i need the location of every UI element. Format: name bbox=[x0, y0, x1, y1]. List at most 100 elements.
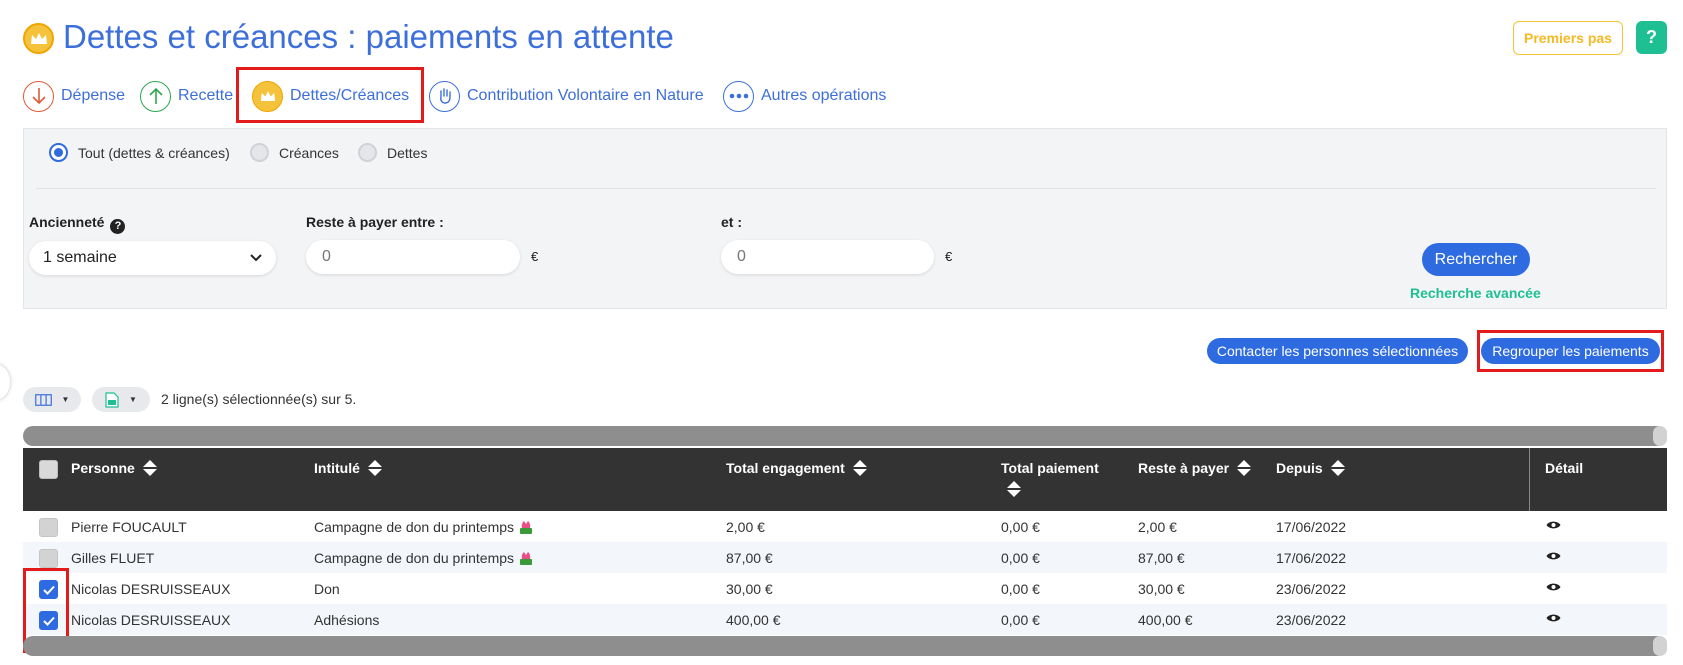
hand-icon bbox=[429, 80, 460, 112]
cell-intitule-text: Campagne de don du printemps bbox=[314, 550, 515, 566]
table-header bbox=[23, 448, 1667, 511]
eye-icon[interactable] bbox=[1546, 520, 1561, 530]
column-intitule[interactable]: Intitulé bbox=[314, 460, 382, 476]
caret-down-icon: ▼ bbox=[129, 395, 137, 404]
currency-label: € bbox=[531, 249, 539, 264]
cell-personne: Pierre FOUCAULT bbox=[71, 519, 187, 535]
tab-label: Dépense bbox=[61, 87, 126, 104]
sort-icon bbox=[142, 460, 157, 476]
tab-label: Contribution Volontaire en Nature bbox=[467, 87, 704, 104]
cell-reste: 2,00 € bbox=[1138, 519, 1177, 535]
columns-menu-button[interactable]: ▼ bbox=[23, 387, 81, 412]
radio-label: Tout (dettes & créances) bbox=[78, 144, 230, 161]
cell-engagement: 400,00 € bbox=[726, 612, 781, 628]
tab-depense[interactable]: Dépense bbox=[23, 77, 125, 115]
help-button[interactable]: ? bbox=[1636, 21, 1667, 54]
crown-icon bbox=[23, 23, 54, 54]
column-label: Personne bbox=[71, 460, 135, 476]
cell-engagement: 2,00 € bbox=[726, 519, 765, 535]
column-label: Depuis bbox=[1276, 460, 1323, 476]
column-total-paiement[interactable]: Total paiement bbox=[1001, 460, 1099, 497]
premiers-pas-button[interactable]: Premiers pas bbox=[1513, 21, 1623, 55]
anciennete-select[interactable]: 1 semaine bbox=[29, 241, 276, 275]
column-reste-a-payer[interactable]: Reste à payer bbox=[1138, 460, 1252, 476]
cell-depuis: 17/06/2022 bbox=[1276, 519, 1347, 535]
sort-icon bbox=[1007, 481, 1021, 497]
cell-paiement: 0,00 € bbox=[1001, 550, 1040, 566]
anciennete-label-text: Ancienneté bbox=[29, 214, 105, 230]
regroup-highlight bbox=[1477, 330, 1664, 372]
question-icon[interactable]: ? bbox=[110, 218, 126, 234]
eye-icon[interactable] bbox=[1546, 551, 1561, 561]
tab-label: Autres opérations bbox=[761, 87, 887, 104]
cell-paiement: 0,00 € bbox=[1001, 581, 1040, 597]
column-label: Total paiement bbox=[1001, 460, 1099, 476]
anciennete-label: Ancienneté? bbox=[29, 214, 126, 234]
cell-intitule: Campagne de don du printemps bbox=[314, 550, 534, 566]
cell-intitule: Don bbox=[314, 581, 340, 597]
table-row bbox=[23, 511, 1667, 542]
cell-intitule: Adhésions bbox=[314, 612, 380, 628]
radio-label: Dettes bbox=[387, 144, 428, 161]
column-depuis[interactable]: Depuis bbox=[1276, 460, 1345, 476]
cell-intitule: Campagne de don du printemps bbox=[314, 519, 534, 535]
cell-reste: 87,00 € bbox=[1138, 550, 1185, 566]
contact-selected-button[interactable]: Contacter les personnes sélectionnées bbox=[1207, 338, 1468, 364]
active-tab-highlight bbox=[236, 67, 424, 123]
cell-personne: Nicolas DESRUISSEAUX bbox=[71, 581, 231, 597]
tab-recette[interactable]: Recette bbox=[140, 77, 233, 115]
panel-divider bbox=[36, 188, 1656, 189]
horizontal-scrollbar-top[interactable] bbox=[23, 426, 1667, 446]
selection-count: 2 ligne(s) sélectionnée(s) sur 5. bbox=[161, 391, 357, 407]
cell-personne: Gilles FLUET bbox=[71, 550, 155, 566]
reste-max-input[interactable] bbox=[721, 240, 934, 274]
cell-paiement: 0,00 € bbox=[1001, 612, 1040, 628]
reste-min-input[interactable] bbox=[306, 240, 520, 274]
arrow-down-icon bbox=[23, 80, 54, 112]
eye-icon[interactable] bbox=[1546, 613, 1561, 623]
row-checkbox[interactable] bbox=[39, 549, 58, 568]
radio-button[interactable] bbox=[358, 143, 377, 162]
radio-button[interactable] bbox=[49, 143, 68, 162]
column-total-engagement[interactable]: Total engagement bbox=[726, 460, 867, 476]
et-label: et : bbox=[721, 214, 742, 230]
column-personne[interactable]: Personne bbox=[71, 460, 157, 476]
side-panel-handle[interactable] bbox=[0, 364, 10, 400]
cell-reste: 30,00 € bbox=[1138, 581, 1185, 597]
column-label: Reste à payer bbox=[1138, 460, 1230, 476]
radio-dettes[interactable]: Dettes bbox=[358, 143, 427, 162]
more-icon bbox=[723, 80, 754, 112]
column-label: Détail bbox=[1545, 460, 1584, 476]
cell-depuis: 23/06/2022 bbox=[1276, 612, 1347, 628]
cell-intitule-text: Campagne de don du printemps bbox=[314, 519, 515, 535]
sort-icon bbox=[367, 460, 382, 476]
radio-tout[interactable]: Tout (dettes & créances) bbox=[49, 143, 230, 162]
row-checkbox[interactable] bbox=[39, 518, 58, 537]
column-label: Total engagement bbox=[726, 460, 845, 476]
tulip-icon bbox=[520, 552, 533, 565]
eye-icon[interactable] bbox=[1546, 582, 1561, 592]
column-detail: Détail bbox=[1545, 460, 1583, 476]
rechercher-button[interactable]: Rechercher bbox=[1422, 243, 1530, 276]
select-all-checkbox[interactable] bbox=[39, 460, 58, 479]
spreadsheet-icon bbox=[105, 391, 119, 408]
reste-label: Reste à payer entre : bbox=[306, 214, 444, 230]
sort-icon bbox=[852, 460, 867, 476]
caret-down-icon: ▼ bbox=[61, 395, 70, 404]
tab-contribution-volontaire[interactable]: Contribution Volontaire en Nature bbox=[429, 77, 704, 115]
column-divider bbox=[1529, 448, 1530, 511]
cell-depuis: 17/06/2022 bbox=[1276, 550, 1347, 566]
tab-autres-operations[interactable]: Autres opérations bbox=[723, 77, 886, 115]
cell-engagement: 30,00 € bbox=[726, 581, 773, 597]
radio-creances[interactable]: Créances bbox=[250, 143, 339, 162]
sort-icon bbox=[1237, 460, 1252, 476]
page-title: Dettes et créances : paiements en attent… bbox=[63, 18, 674, 55]
anciennete-value: 1 semaine bbox=[43, 249, 117, 266]
cell-engagement: 87,00 € bbox=[726, 550, 773, 566]
sort-icon bbox=[1330, 460, 1345, 476]
recherche-avancee-link[interactable]: Recherche avancée bbox=[1410, 285, 1541, 301]
horizontal-scrollbar-bottom[interactable] bbox=[23, 636, 1667, 656]
radio-button[interactable] bbox=[250, 143, 269, 162]
cell-personne: Nicolas DESRUISSEAUX bbox=[71, 612, 231, 628]
export-menu-button[interactable]: ▼ bbox=[92, 387, 150, 412]
